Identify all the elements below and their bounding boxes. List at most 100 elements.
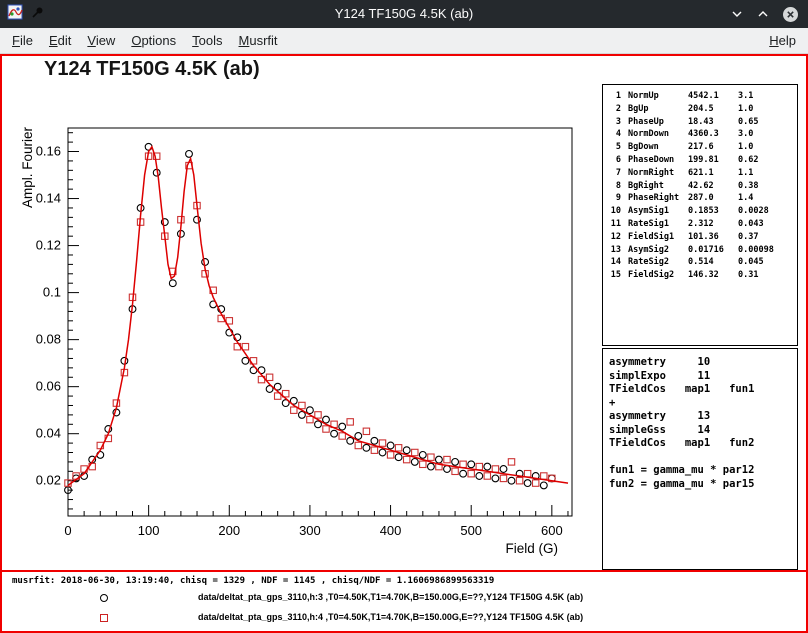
- param-row: 2BgUp204.51.0: [606, 103, 794, 116]
- param-num: 3: [606, 116, 621, 129]
- param-row: 9PhaseRight287.01.4: [606, 192, 794, 205]
- param-name: BgDown: [628, 141, 688, 154]
- series-data-h-4: [65, 153, 555, 486]
- param-row: 5 BgDown217.61.0: [606, 141, 794, 154]
- param-row: 3 PhaseUp18.430.65: [606, 116, 794, 129]
- param-val: 287.0: [688, 192, 738, 205]
- legend-label: data/deltat_pta_gps_3110,h:4 ,T0=4.50K,T…: [198, 612, 583, 622]
- param-num: 4: [606, 128, 621, 141]
- titlebar[interactable]: Y124 TF150G 4.5K (ab): [0, 0, 808, 28]
- param-err: 1.1: [738, 167, 794, 180]
- param-name: FieldSig1: [628, 231, 688, 244]
- param-err: 0.65: [738, 116, 794, 129]
- param-row: 4NormDown4360.33.0: [606, 128, 794, 141]
- param-row: 6PhaseDown199.810.62: [606, 154, 794, 167]
- menu-tools[interactable]: Tools: [184, 30, 230, 51]
- param-val: 42.62: [688, 180, 738, 193]
- menu-file[interactable]: File: [4, 30, 41, 51]
- param-err: 0.0028: [738, 205, 794, 218]
- param-err: 3.1: [738, 90, 794, 103]
- y-axis-title: Ampl. Fourier: [20, 126, 35, 208]
- theory-text: asymmetry 10 simplExpo 11 TFieldCos map1…: [609, 356, 791, 491]
- param-row: 12 FieldSig1101.360.37: [606, 231, 794, 244]
- square-marker-icon: [100, 614, 108, 622]
- close-button[interactable]: [782, 6, 799, 23]
- param-err: 0.043: [738, 218, 794, 231]
- param-row: 11 RateSig12.3120.043: [606, 218, 794, 231]
- param-val: 217.6: [688, 141, 738, 154]
- svg-text:100: 100: [138, 523, 160, 538]
- menu-view[interactable]: View: [79, 30, 123, 51]
- param-name: RateSig2: [628, 256, 688, 269]
- param-num: 9: [606, 192, 621, 205]
- x-axis-title: Field (G): [505, 541, 558, 556]
- param-num: 1: [606, 90, 621, 103]
- legend-entry: data/deltat_pta_gps_3110,h:3 ,T0=4.50K,T…: [2, 590, 806, 608]
- param-val: 2.312: [688, 218, 738, 231]
- param-val: 146.32: [688, 269, 738, 282]
- legend-label: data/deltat_pta_gps_3110,h:3 ,T0=4.50K,T…: [198, 592, 583, 602]
- root-canvas[interactable]: Y124 TF150G 4.5K (ab) 010020030040050060…: [0, 54, 808, 633]
- param-num: 13: [606, 244, 621, 257]
- param-name: BgUp: [628, 103, 688, 116]
- param-num: 2: [606, 103, 621, 116]
- legend-entry: data/deltat_pta_gps_3110,h:4 ,T0=4.50K,T…: [2, 610, 806, 628]
- param-name: FieldSig2: [628, 269, 688, 282]
- menu-help[interactable]: Help: [761, 30, 804, 51]
- maximize-button[interactable]: [756, 7, 770, 21]
- param-err: 1.0: [738, 141, 794, 154]
- param-val: 4360.3: [688, 128, 738, 141]
- param-row: 10AsymSig10.18530.0028: [606, 205, 794, 218]
- param-val: 0.514: [688, 256, 738, 269]
- svg-text:0.08: 0.08: [36, 332, 61, 347]
- pad-divider: [2, 570, 806, 572]
- minimize-button[interactable]: [730, 7, 744, 21]
- svg-text:0.14: 0.14: [36, 191, 61, 206]
- menu-edit[interactable]: Edit: [41, 30, 79, 51]
- svg-text:300: 300: [299, 523, 321, 538]
- svg-text:200: 200: [218, 523, 240, 538]
- param-name: AsymSig1: [628, 205, 688, 218]
- param-num: 7: [606, 167, 621, 180]
- param-err: 0.31: [738, 269, 794, 282]
- parameter-box: 1NormUp4542.13.12BgUp204.51.03PhaseUp18.…: [602, 84, 798, 346]
- param-err: 0.37: [738, 231, 794, 244]
- param-err: 1.0: [738, 103, 794, 116]
- param-num: 12: [606, 231, 621, 244]
- param-num: 5: [606, 141, 621, 154]
- param-num: 8: [606, 180, 621, 193]
- param-name: NormRight: [628, 167, 688, 180]
- fit-status: musrfit: 2018-06-30, 13:19:40, chisq = 1…: [12, 576, 494, 586]
- param-num: 6: [606, 154, 621, 167]
- param-name: NormDown: [628, 128, 688, 141]
- param-row: 7NormRight621.11.1: [606, 167, 794, 180]
- param-val: 4542.1: [688, 90, 738, 103]
- param-num: 11: [606, 218, 621, 231]
- svg-text:0.12: 0.12: [36, 238, 61, 253]
- menu-musrfit[interactable]: Musrfit: [231, 30, 286, 51]
- fourier-plot[interactable]: 01002003004005006000.020.040.060.080.10.…: [2, 56, 602, 574]
- param-row: 8BgRight42.620.38: [606, 180, 794, 193]
- param-val: 101.36: [688, 231, 738, 244]
- param-num: 14: [606, 256, 621, 269]
- param-err: 1.4: [738, 192, 794, 205]
- svg-text:600: 600: [541, 523, 563, 538]
- parameter-table: 1NormUp4542.13.12BgUp204.51.03PhaseUp18.…: [606, 90, 794, 282]
- param-val: 18.43: [688, 116, 738, 129]
- param-name: PhaseDown: [628, 154, 688, 167]
- param-name: RateSig1: [628, 218, 688, 231]
- param-name: PhaseUp: [628, 116, 688, 129]
- param-row: 13AsymSig20.017160.00098: [606, 244, 794, 257]
- svg-text:0.04: 0.04: [36, 426, 61, 441]
- param-val: 0.01716: [688, 244, 738, 257]
- svg-text:0.02: 0.02: [36, 473, 61, 488]
- svg-text:0.06: 0.06: [36, 379, 61, 394]
- svg-text:400: 400: [380, 523, 402, 538]
- svg-text:0.16: 0.16: [36, 144, 61, 159]
- circle-marker-icon: [100, 594, 108, 602]
- menu-options[interactable]: Options: [123, 30, 184, 51]
- param-row: 1NormUp4542.13.1: [606, 90, 794, 103]
- menubar: File Edit View Options Tools Musrfit Hel…: [0, 28, 808, 54]
- app-window: Y124 TF150G 4.5K (ab) File Edit View Opt…: [0, 0, 808, 633]
- param-err: 0.62: [738, 154, 794, 167]
